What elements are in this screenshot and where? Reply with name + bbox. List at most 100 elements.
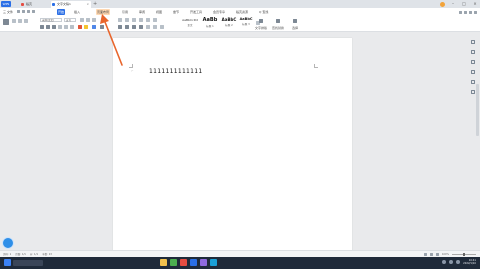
share-icon[interactable] [469, 10, 472, 14]
explorer-icon[interactable] [160, 259, 167, 266]
superscript-icon[interactable] [64, 25, 68, 29]
text-layout-icon[interactable] [259, 19, 263, 23]
print-icon[interactable] [22, 10, 25, 13]
menu-member[interactable]: 会员专享 [212, 9, 226, 15]
paste-icon[interactable] [3, 19, 9, 25]
app-logo[interactable]: WPS [1, 1, 11, 7]
copy-icon[interactable] [18, 19, 22, 23]
menu-developer[interactable]: 开发工具 [189, 9, 203, 15]
char-border-icon[interactable] [92, 25, 96, 29]
align-left-icon[interactable] [118, 25, 122, 29]
justify-icon[interactable] [139, 25, 143, 29]
align-center-icon[interactable] [125, 25, 129, 29]
shrink-font-icon[interactable] [86, 18, 90, 22]
zoom-slider[interactable] [452, 253, 476, 256]
style-heading-2[interactable]: AaBbC 标题 2 [221, 17, 237, 30]
show-marks-icon[interactable] [153, 18, 157, 22]
avatar[interactable] [440, 1, 445, 7]
settings-tool-icon[interactable] [471, 80, 475, 84]
select-label[interactable]: 选择 [292, 26, 298, 30]
tab-docer[interactable]: 稻壳 [20, 1, 48, 8]
app-icon[interactable] [210, 259, 217, 266]
bold-icon[interactable] [40, 25, 44, 29]
line-spacing-icon[interactable] [146, 25, 150, 29]
menu-insert[interactable]: 插入 [73, 9, 81, 15]
page-view-icon[interactable] [429, 253, 433, 256]
scroll-thumb[interactable] [476, 84, 479, 136]
tab-label: 稻壳 [26, 2, 33, 6]
app-icon[interactable] [200, 259, 207, 266]
shading-icon[interactable] [153, 25, 157, 29]
add-tab-button[interactable]: + [93, 0, 97, 8]
menu-docer-resources[interactable]: 稻壳资源 [235, 9, 249, 15]
numbering-icon[interactable] [125, 18, 129, 22]
clock[interactable]: 10:41 2022/1/10 [463, 259, 476, 265]
grow-font-icon[interactable] [80, 18, 84, 22]
format-painter-icon[interactable] [24, 19, 28, 23]
assistant-bubble-icon[interactable] [2, 237, 14, 249]
web-view-icon[interactable] [435, 253, 439, 256]
network-icon[interactable] [442, 260, 447, 264]
document-page[interactable]: ⌐ 1111111111111 [113, 38, 352, 251]
bullets-icon[interactable] [118, 18, 122, 22]
save-icon[interactable] [17, 10, 20, 13]
find-replace-icon[interactable] [276, 19, 280, 23]
italic-icon[interactable] [46, 25, 50, 29]
layout-tool-icon[interactable] [471, 60, 475, 64]
taskbar-search-box[interactable] [13, 259, 43, 266]
highlight-icon[interactable] [84, 25, 88, 29]
more-icon[interactable] [474, 10, 477, 14]
decrease-indent-icon[interactable] [132, 18, 136, 22]
eye-protect-icon[interactable] [423, 253, 427, 256]
font-name-select[interactable]: 宋体(正文) [40, 18, 62, 22]
close-icon[interactable]: × [472, 1, 478, 7]
wps-icon[interactable] [190, 259, 197, 266]
style-heading-1[interactable]: AaBb 标题 1 [201, 17, 219, 30]
menu-view[interactable]: 视图 [155, 9, 163, 15]
underline-icon[interactable] [52, 25, 56, 29]
font-size-select[interactable]: 五号 [64, 18, 76, 22]
select-tool-icon[interactable] [471, 40, 475, 44]
document-text[interactable]: 1111111111111 [149, 68, 203, 75]
share-tool-icon[interactable] [471, 90, 475, 94]
strikethrough-icon[interactable] [58, 25, 62, 29]
subscript-icon[interactable] [70, 25, 74, 29]
zoom-knob[interactable] [463, 253, 465, 256]
collab-icon[interactable] [464, 10, 467, 14]
undo-icon[interactable] [27, 10, 30, 13]
sort-icon[interactable] [146, 18, 150, 22]
vertical-scrollbar[interactable] [476, 34, 479, 250]
text-layout-label[interactable]: 文字排版 [255, 26, 267, 30]
increase-indent-icon[interactable] [139, 18, 143, 22]
edit-tool-icon[interactable] [471, 50, 475, 54]
font-color-icon[interactable] [78, 25, 82, 29]
browser-icon[interactable] [170, 259, 177, 266]
close-tab-icon[interactable]: × [86, 1, 89, 8]
menu-home[interactable]: 开始 [57, 9, 66, 15]
select-icon[interactable] [293, 19, 297, 23]
minimize-icon[interactable]: – [450, 1, 456, 7]
cloud-sync-icon[interactable] [459, 10, 462, 14]
style-normal[interactable]: AaBbCcDd 正文 [180, 18, 200, 31]
borders-icon[interactable] [160, 25, 164, 29]
start-icon[interactable] [4, 259, 11, 266]
redo-icon[interactable] [32, 10, 35, 13]
volume-icon[interactable] [449, 260, 454, 264]
maximize-icon[interactable]: □ [461, 1, 467, 7]
menu-review[interactable]: 审阅 [138, 9, 146, 15]
menu-page-layout[interactable]: 页面布局 [96, 9, 111, 15]
cut-icon[interactable] [12, 19, 16, 23]
menu-references[interactable]: 引用 [121, 9, 129, 15]
shape-tool-icon[interactable] [471, 70, 475, 74]
file-menu[interactable]: 三 文件 [2, 9, 14, 15]
app-icon[interactable] [180, 259, 187, 266]
search-command[interactable]: Q 查找 [258, 9, 269, 15]
menu-sections[interactable]: 章节 [172, 9, 180, 15]
tab-document[interactable]: 文字文稿1 × [51, 1, 91, 8]
find-replace-label[interactable]: 查找替换 [272, 26, 284, 30]
clear-format-icon[interactable] [92, 18, 96, 22]
align-right-icon[interactable] [132, 25, 136, 29]
input-method-icon[interactable] [456, 260, 461, 264]
style-heading-3[interactable]: AaBbC 标题 3 [238, 17, 254, 30]
char-shading-icon[interactable] [100, 25, 104, 29]
